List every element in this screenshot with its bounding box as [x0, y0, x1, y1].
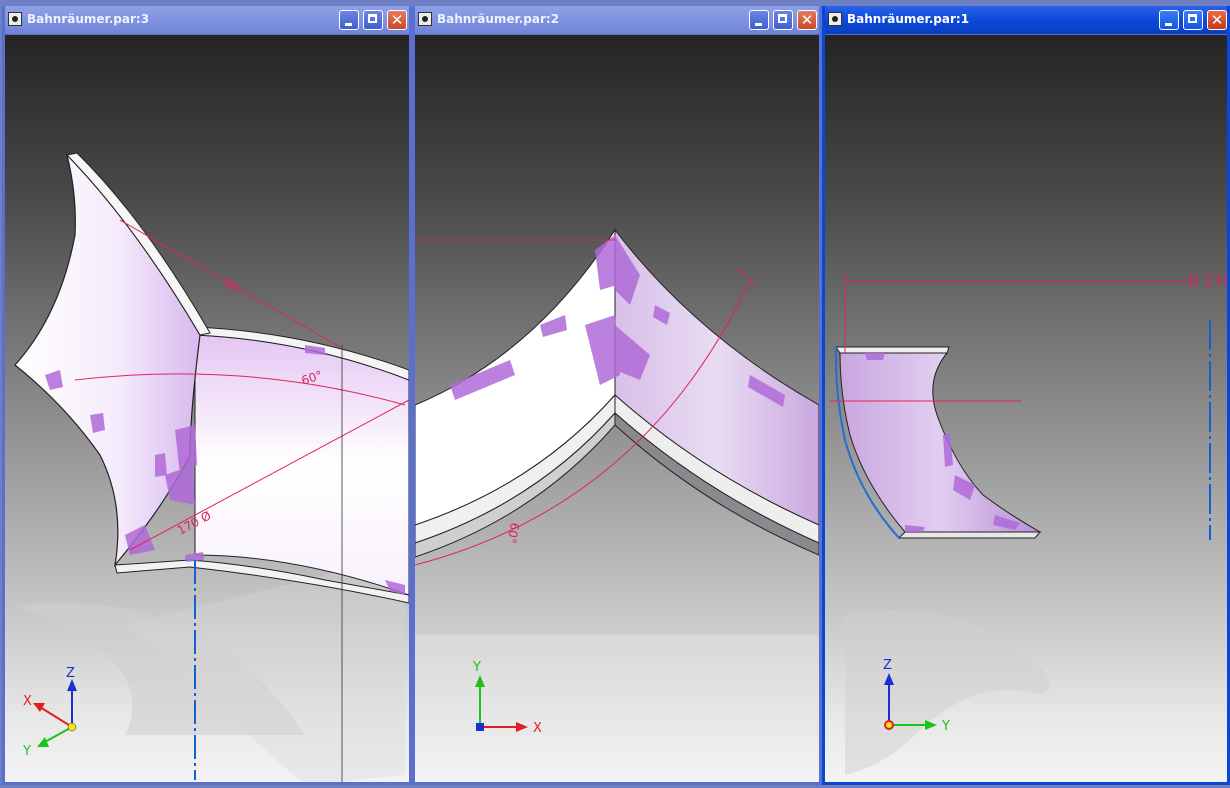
document-icon[interactable] [418, 12, 432, 26]
curved-face [14, 152, 201, 568]
axis-y-label: Y [472, 660, 481, 675]
model-view: 60 60° 170 Ø Z X Y [14, 152, 409, 782]
close-icon: ✕ [1210, 11, 1224, 29]
model-view: Ø 170 Z Y [830, 272, 1227, 775]
part-bottom-edge [897, 531, 1042, 539]
3d-viewport[interactable]: 60° Y X [415, 35, 819, 782]
window-titlebar[interactable]: Bahnräumer.par:1 ✕ [825, 6, 1227, 35]
axis-y-label: Y [22, 744, 31, 759]
window-bahnraeumer-1[interactable]: Bahnräumer.par:1 ✕ Ø 17 Z Y [822, 6, 1230, 785]
window-title: Bahnräumer.par:3 [27, 12, 150, 26]
window-bahnraeumer-3[interactable]: Bahnräumer.par:3 ✕ 60 60° 170 Ø Z X Y [2, 6, 412, 785]
ground-plane [415, 635, 819, 735]
radius-dimension[interactable]: 60 [222, 275, 242, 295]
part-face [839, 352, 1042, 533]
maximize-icon [1188, 14, 1197, 23]
maximize-icon [778, 14, 787, 23]
ground-shadow [845, 610, 1050, 775]
window-titlebar[interactable]: Bahnräumer.par:2 ✕ [415, 6, 819, 35]
close-icon: ✕ [390, 11, 404, 29]
minimize-button[interactable] [1159, 10, 1179, 30]
document-icon[interactable] [828, 12, 842, 26]
window-title: Bahnräumer.par:1 [847, 12, 970, 26]
part-top-edge [835, 346, 950, 354]
axis-y-label: Y [941, 719, 950, 734]
axis-z-label: Z [883, 658, 892, 673]
minimize-icon [345, 23, 352, 26]
document-icon[interactable] [8, 12, 22, 26]
close-button[interactable]: ✕ [387, 10, 407, 30]
angle-dimension[interactable]: 60° [504, 521, 521, 544]
maximize-button[interactable] [1183, 10, 1203, 30]
maximize-icon [368, 14, 377, 23]
3d-viewport[interactable]: Ø 170 Z Y [825, 35, 1227, 782]
window-titlebar[interactable]: Bahnräumer.par:3 ✕ [5, 6, 409, 35]
maximize-button[interactable] [773, 10, 793, 30]
minimize-icon [755, 23, 762, 26]
window-title: Bahnräumer.par:2 [437, 12, 560, 26]
close-icon: ✕ [800, 11, 814, 29]
close-button[interactable]: ✕ [1207, 10, 1227, 30]
maximize-button[interactable] [363, 10, 383, 30]
window-bahnraeumer-2[interactable]: Bahnräumer.par:2 ✕ 60° Y X [412, 6, 822, 785]
axis-x-label: X [23, 694, 32, 709]
axis-z-label: Z [66, 666, 75, 681]
minimize-icon [1165, 23, 1172, 26]
model-view: 60° Y X [415, 228, 819, 736]
diameter-dimension[interactable]: Ø 170 [1187, 272, 1227, 290]
coordinate-triad: Z X Y [22, 666, 77, 759]
minimize-button[interactable] [749, 10, 769, 30]
axis-x-label: X [533, 721, 542, 736]
minimize-button[interactable] [339, 10, 359, 30]
close-button[interactable]: ✕ [797, 10, 817, 30]
3d-viewport[interactable]: 60 60° 170 Ø Z X Y [5, 35, 409, 782]
